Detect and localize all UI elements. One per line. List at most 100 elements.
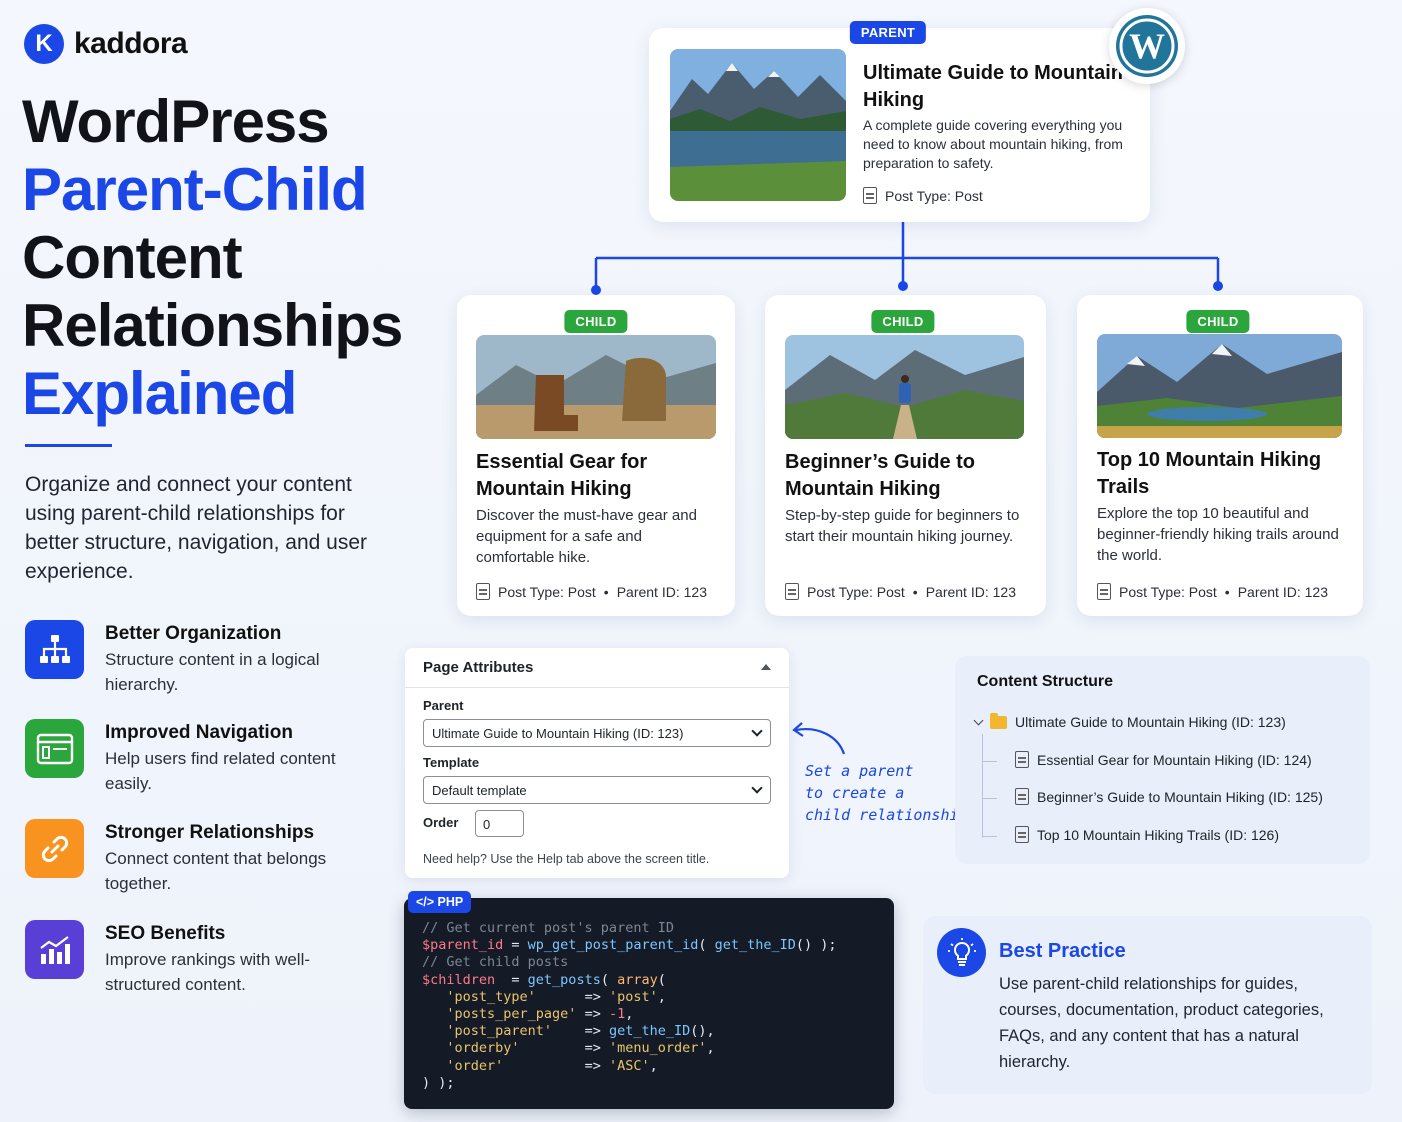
folder-icon <box>990 712 1007 729</box>
tree-root-label: Ultimate Guide to Mountain Hiking (ID: 1… <box>1015 714 1286 730</box>
child-post-card-gear[interactable]: CHILD Essential Gear for Mountain Hiking… <box>457 295 735 616</box>
feature-desc: Improve rankings with well-structured co… <box>105 950 311 994</box>
feature-desc: Structure content in a logical hierarchy… <box>105 650 320 694</box>
child-card-meta: Post Type: Post • Parent ID: 123 <box>1097 583 1328 600</box>
document-icon <box>1015 788 1029 805</box>
mountain-lake-image <box>670 49 846 201</box>
page-attributes-heading[interactable]: Page Attributes <box>405 648 789 688</box>
feature-desc: Help users find related content easily. <box>105 749 336 793</box>
feature-title: Improved Navigation <box>105 722 293 743</box>
post-type-label: Post Type: Post <box>807 583 905 600</box>
document-icon <box>476 583 490 600</box>
child-card-meta: Post Type: Post • Parent ID: 123 <box>476 583 707 600</box>
title-line-4: Relationships <box>22 292 403 359</box>
document-icon <box>785 583 799 600</box>
content-structure-title: Content Structure <box>977 673 1113 690</box>
tree-branch <box>983 836 997 837</box>
tree-root-item[interactable]: Ultimate Guide to Mountain Hiking (ID: 1… <box>973 712 1286 730</box>
tree-child-label: Essential Gear for Mountain Hiking (ID: … <box>1037 751 1312 768</box>
parent-select-value: Ultimate Guide to Mountain Hiking (ID: 1… <box>432 726 684 741</box>
parent-id-label: Parent ID: 123 <box>1237 583 1328 600</box>
page-attributes-panel: Page Attributes Parent Ultimate Guide to… <box>405 648 789 878</box>
parent-id-label: Parent ID: 123 <box>616 583 707 600</box>
hierarchy-icon <box>25 620 84 679</box>
bar-chart-icon <box>25 920 84 979</box>
feature-improved-navigation: Improved Navigation Help users find rela… <box>25 719 385 796</box>
page-attributes-title: Page Attributes <box>423 659 534 676</box>
child-card-desc: Discover the must-have gear and equipmen… <box>476 507 697 566</box>
lightbulb-icon <box>937 928 986 977</box>
parent-post-card[interactable]: PARENT Ultimate Guide to Mountain Hiking… <box>649 21 1150 222</box>
child-card-desc: Step-by-step guide for beginners to star… <box>785 507 1020 545</box>
parent-card-desc: A complete guide covering everything you… <box>863 117 1123 171</box>
feature-desc: Connect content that belongs together. <box>105 849 327 893</box>
post-type-label: Post Type: Post <box>885 187 983 204</box>
best-practice-title: Best Practice <box>999 940 1126 962</box>
tree-guide-line <box>982 734 983 838</box>
feature-title: Stronger Relationships <box>105 822 315 843</box>
chevron-down-icon <box>751 725 763 737</box>
child-card-title: Essential Gear for Mountain Hiking <box>476 451 648 500</box>
php-badge: </> PHP <box>408 891 472 913</box>
tree-child-item[interactable]: Essential Gear for Mountain Hiking (ID: … <box>1015 751 1312 768</box>
annotation-line: to create a <box>805 784 905 802</box>
document-icon <box>1015 751 1029 768</box>
annotation-line: child relationship <box>805 806 968 824</box>
feature-title: Better Organization <box>105 623 282 644</box>
template-select-value: Default template <box>432 783 527 798</box>
intro-text: Organize and connect your content using … <box>25 473 368 583</box>
parent-card-meta: Post Type: Post <box>863 187 983 204</box>
feature-stronger-relationships: Stronger Relationships Connect content t… <box>25 819 385 896</box>
link-icon <box>25 819 84 878</box>
child-badge: CHILD <box>871 310 935 333</box>
child-card-desc: Explore the top 10 beautiful and beginne… <box>1097 505 1339 564</box>
collapse-caret-icon[interactable] <box>761 664 771 670</box>
template-label: Template <box>423 755 480 770</box>
order-input[interactable]: 0 <box>475 810 524 837</box>
feature-title: SEO Benefits <box>105 923 226 944</box>
child-badge: CHILD <box>564 310 628 333</box>
title-line-5: Explained <box>22 360 297 427</box>
parent-id-label: Parent ID: 123 <box>925 583 1016 600</box>
svg-text:W: W <box>1129 26 1165 66</box>
chevron-down-icon[interactable] <box>973 715 984 725</box>
tree-child-item[interactable]: Beginner’s Guide to Mountain Hiking (ID:… <box>1015 788 1323 805</box>
document-icon <box>1097 583 1111 600</box>
child-card-title: Beginner’s Guide to Mountain Hiking <box>785 451 976 500</box>
child-badge: CHILD <box>1186 310 1250 333</box>
template-select[interactable]: Default template <box>423 776 771 804</box>
tree-child-item[interactable]: Top 10 Mountain Hiking Trails (ID: 126) <box>1015 826 1279 843</box>
child-card-title: Top 10 Mountain Hiking Trails <box>1097 449 1322 498</box>
curved-arrow-icon <box>792 722 846 755</box>
tree-branch <box>983 798 997 799</box>
document-icon <box>863 187 877 204</box>
mountain-valley-image <box>1097 334 1342 438</box>
parent-annotation: Set a parent to create a child relations… <box>805 760 968 826</box>
wordpress-logo-icon: W <box>1109 8 1185 84</box>
hiker-trail-image <box>785 335 1024 439</box>
parent-badge: PARENT <box>849 21 927 44</box>
parent-select[interactable]: Ultimate Guide to Mountain Hiking (ID: 1… <box>423 719 771 747</box>
post-type-label: Post Type: Post <box>1119 583 1217 600</box>
meta-separator: • <box>603 583 609 600</box>
hiking-boots-image <box>476 335 716 439</box>
php-code-block: </> PHP // Get current post's parent ID … <box>404 891 894 1109</box>
browser-window-icon <box>25 719 84 778</box>
document-icon <box>1015 826 1029 843</box>
best-practice-panel: Best Practice Use parent-child relations… <box>923 916 1372 1094</box>
tree-child-label: Top 10 Mountain Hiking Trails (ID: 126) <box>1037 826 1279 843</box>
feature-better-organization: Better Organization Structure content in… <box>25 620 385 697</box>
content-structure-panel: Content Structure Ultimate Guide to Moun… <box>955 656 1370 864</box>
parent-label: Parent <box>423 698 464 713</box>
title-divider <box>25 444 112 447</box>
post-type-label: Post Type: Post <box>498 583 596 600</box>
order-label: Order <box>423 815 459 830</box>
parent-card-title: Ultimate Guide to Mountain Hiking <box>863 62 1123 111</box>
child-card-meta: Post Type: Post • Parent ID: 123 <box>785 583 1016 600</box>
child-post-card-beginner[interactable]: CHILD Beginner’s Guide to Mountain Hikin… <box>765 295 1046 616</box>
annotation-line: Set a parent <box>805 762 914 780</box>
code-comment: // Get current post's parent ID <box>422 920 674 936</box>
meta-separator: • <box>912 583 918 600</box>
child-post-card-trails[interactable]: CHILD Top 10 Mountain Hiking Trails Expl… <box>1077 295 1363 616</box>
php-code: // Get current post's parent ID $parent_… <box>422 920 837 1091</box>
